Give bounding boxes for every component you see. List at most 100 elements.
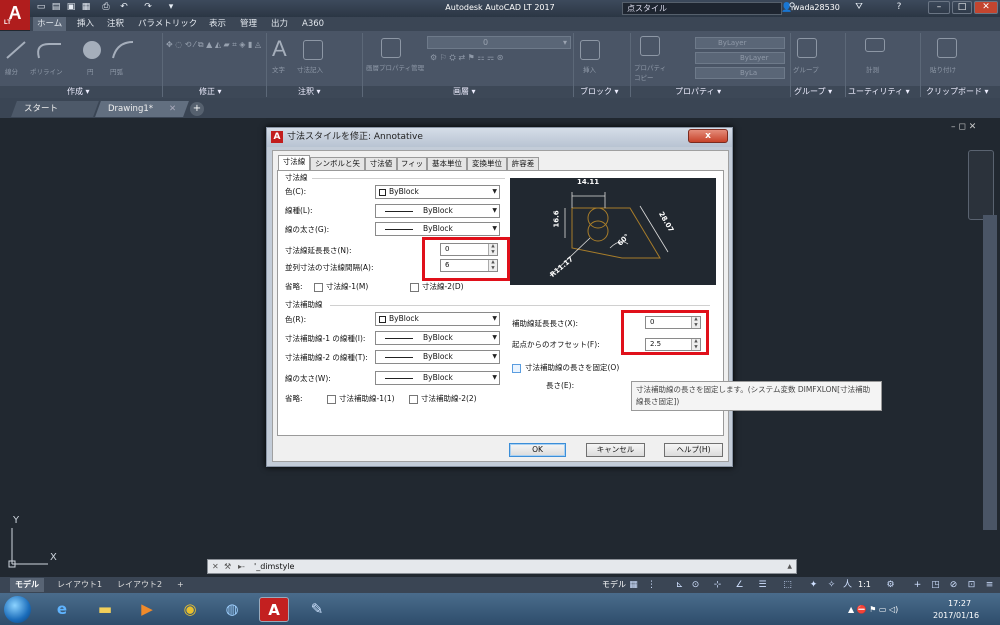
suppress-ext-line-1-checkbox[interactable] <box>327 395 336 404</box>
doc-tab-drawing1[interactable]: Drawing1* ✕ <box>95 101 189 117</box>
wrench-icon[interactable]: ⚒ <box>224 560 231 573</box>
close-tab-icon[interactable]: ✕ <box>169 101 176 117</box>
panel-modify[interactable]: 修正 ▾ <box>199 86 222 98</box>
text-tool[interactable]: 文字 <box>272 64 285 74</box>
plus-icon[interactable]: + <box>912 580 923 591</box>
user-name[interactable]: wada28530 <box>793 2 840 14</box>
file-explorer-icon[interactable]: ▬ <box>90 597 120 622</box>
tab-primary-units[interactable]: 基本単位 <box>427 157 467 171</box>
insert-tool[interactable]: 挿入 <box>583 64 596 74</box>
ext-linetype-1-dropdown[interactable]: ByBlock ▼ <box>375 331 500 345</box>
circle-tool[interactable]: 円 <box>87 66 94 76</box>
measure-tool[interactable]: 計測 <box>866 64 879 74</box>
panel-block[interactable]: ブロック ▾ <box>580 86 619 98</box>
text-tool-icon[interactable]: A <box>272 36 287 62</box>
color-dropdown[interactable]: ByLayer <box>695 37 785 49</box>
ext-lineweight-dropdown[interactable]: ByBlock ▼ <box>375 371 500 385</box>
ext-color-dropdown[interactable]: ByBlock ▼ <box>375 312 500 326</box>
annotation-scale-value[interactable]: 1:1 <box>858 578 871 592</box>
paste-tool[interactable]: 貼り付け <box>930 64 956 74</box>
line-tool[interactable]: 線分 <box>5 66 18 76</box>
dim-extend-spinner[interactable]: 0 ▲ ▼ <box>440 243 498 256</box>
spinner-arrows-icon[interactable]: ▲ ▼ <box>691 339 700 350</box>
ortho-icon[interactable]: ⊾ <box>674 580 685 591</box>
layer-properties-icon[interactable] <box>381 38 401 58</box>
panel-clipboard[interactable]: クリップボード ▾ <box>926 86 989 98</box>
layer-dropdown[interactable]: 0 ▾ <box>427 36 571 49</box>
chrome-icon[interactable]: ◉ <box>175 597 205 622</box>
polar-icon[interactable]: ⊙ <box>690 580 701 591</box>
tab-insert[interactable]: 挿入 <box>77 17 94 31</box>
new-file-icon[interactable]: ▭ <box>35 2 47 13</box>
panel-properties[interactable]: プロパティ ▾ <box>675 86 721 98</box>
clean-screen-icon[interactable]: ⊡ <box>966 580 977 591</box>
doc-tab-start[interactable]: スタート <box>11 101 99 117</box>
save-as-icon[interactable]: ▦ <box>80 2 92 13</box>
autocad-taskbar-icon[interactable]: A <box>259 597 289 622</box>
clock-time[interactable]: 17:27 <box>948 599 971 609</box>
a360-icon[interactable]: ⛛ <box>853 2 865 13</box>
grid-icon[interactable]: ▦ <box>628 580 639 591</box>
hardware-acceleration-icon[interactable]: ⊘ <box>948 580 959 591</box>
print-icon[interactable]: ⎙ <box>100 2 112 13</box>
tab-home[interactable]: ホーム <box>33 17 67 31</box>
viewport-controls[interactable]: – ◻ ✕ <box>951 122 976 132</box>
panel-annotate[interactable]: 注釈 ▾ <box>298 86 321 98</box>
start-button[interactable] <box>4 596 31 623</box>
dim-color-dropdown[interactable]: ByBlock ▼ <box>375 185 500 199</box>
search-input[interactable]: 点スタイル <box>622 2 782 15</box>
linetype-dropdown[interactable]: ByLayer <box>695 52 785 64</box>
layout-tab-layout1[interactable]: レイアウト1 <box>52 578 107 592</box>
tab-tolerances[interactable]: 許容差 <box>507 157 539 171</box>
dimension-tool-icon[interactable] <box>303 40 323 60</box>
panel-groups[interactable]: グループ ▾ <box>794 86 832 98</box>
media-player-icon[interactable]: ▶ <box>132 597 162 622</box>
tab-a360[interactable]: A360 <box>302 17 324 31</box>
arc-tool[interactable]: 円弧 <box>110 66 123 76</box>
undo-icon[interactable]: ↶ <box>118 2 130 13</box>
match-properties-tool[interactable]: プロパティコピー <box>634 62 670 82</box>
tab-alternate-units[interactable]: 変換単位 <box>467 157 507 171</box>
tab-lines[interactable]: 寸法線 <box>278 155 310 171</box>
model-space-toggle[interactable]: モデル <box>602 578 626 592</box>
polyline-tool[interactable]: ポリライン <box>30 66 63 76</box>
save-icon[interactable]: ▣ <box>65 2 77 13</box>
suppress-dim-line-1-checkbox[interactable] <box>314 283 323 292</box>
osnap-icon[interactable]: ⊹ <box>712 580 723 591</box>
application-menu-button[interactable]: A LT <box>0 0 30 30</box>
panel-draw[interactable]: 作成 ▾ <box>67 86 90 98</box>
dim-baseline-spacing-spinner[interactable]: 6 ▲ ▼ <box>440 259 498 272</box>
layout-tab-model[interactable]: モデル <box>10 578 44 592</box>
dim-linetype-dropdown[interactable]: ByBlock ▼ <box>375 204 500 218</box>
paste-icon[interactable] <box>937 38 957 58</box>
close-window-button[interactable]: ✕ <box>974 1 998 14</box>
fixed-length-checkbox[interactable] <box>512 364 521 373</box>
layer-tools-icons[interactable]: ⚙ ⚐ ⛭ ⇄ ⚑ ⚏ ⚎ ⊛ <box>430 52 510 64</box>
measure-icon[interactable] <box>865 38 885 52</box>
dialog-close-button[interactable]: x <box>688 129 728 143</box>
insert-block-icon[interactable] <box>580 40 600 60</box>
redo-icon[interactable]: ↷ <box>142 2 154 13</box>
panel-utilities[interactable]: ユーティリティ ▾ <box>848 86 910 98</box>
help-button[interactable]: ヘルプ(H) <box>664 443 723 457</box>
annotation-visibility-icon[interactable]: ✦ <box>808 580 819 591</box>
annotation-scale-icon[interactable]: 人 <box>842 580 853 591</box>
chevron-up-icon[interactable]: ▲ <box>787 560 792 573</box>
tab-text[interactable]: 寸法値 <box>365 157 397 171</box>
tray-icons[interactable]: ▲ ⛔ ⚑ ▭ ◁) <box>848 605 898 614</box>
ext-linetype-2-dropdown[interactable]: ByBlock ▼ <box>375 350 500 364</box>
ok-button[interactable]: OK <box>509 443 566 457</box>
layout-tab-layout2[interactable]: レイアウト2 <box>112 578 167 592</box>
isolate-objects-icon[interactable]: ◳ <box>930 580 941 591</box>
tab-annotate[interactable]: 注釈 <box>107 17 124 31</box>
viewcube[interactable] <box>968 150 994 220</box>
suppress-dim-line-2-checkbox[interactable] <box>410 283 419 292</box>
customize-qat-icon[interactable]: ▾ <box>165 2 177 13</box>
spinner-arrows-icon[interactable]: ▲ ▼ <box>488 244 497 255</box>
dim-lineweight-dropdown[interactable]: ByBlock ▼ <box>375 222 500 236</box>
snap-icon[interactable]: ⋮ <box>646 580 657 591</box>
maximize-window-button[interactable]: □ <box>952 1 972 14</box>
tab-symbols-arrows[interactable]: シンボルと矢印 <box>310 157 365 180</box>
new-tab-button[interactable]: + <box>190 102 204 116</box>
tab-manage[interactable]: 管理 <box>240 17 257 31</box>
